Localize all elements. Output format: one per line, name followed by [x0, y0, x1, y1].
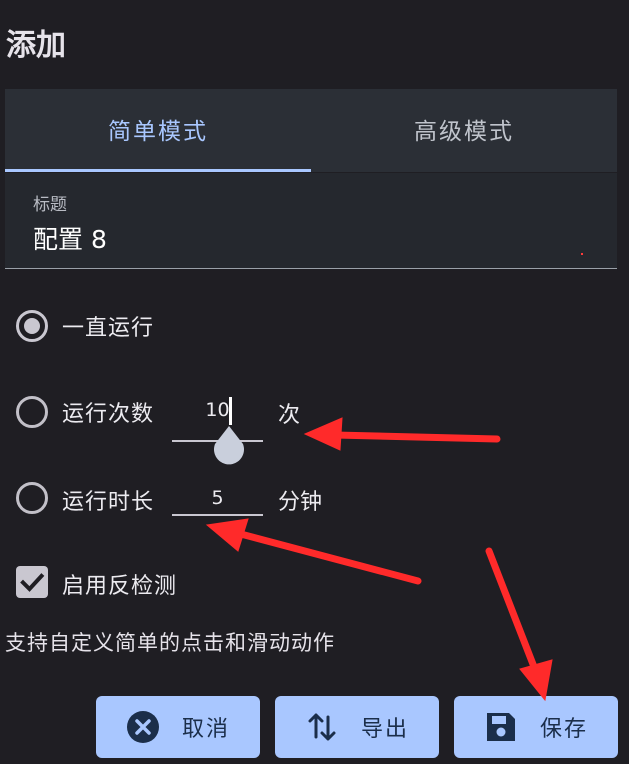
- title-field-value[interactable]: 配置 8: [33, 220, 107, 256]
- field-marker-dot: [581, 253, 583, 255]
- export-button-label: 导出: [360, 717, 409, 742]
- run-duration-input[interactable]: 5: [172, 487, 263, 509]
- annotation-arrow-count: [303, 417, 501, 451]
- annotation-arrow-duration: [205, 518, 422, 585]
- text-cursor: [229, 397, 232, 425]
- cancel-button[interactable]: 取消: [96, 696, 260, 758]
- text-selection-handle-icon[interactable]: [213, 426, 245, 466]
- title-field-label: 标题: [33, 195, 67, 215]
- save-button-label: 保存: [539, 717, 588, 742]
- description-text: 支持自定义简单的点击和滑动动作: [5, 631, 335, 655]
- check-icon: [20, 573, 45, 592]
- active-tab-indicator: [5, 169, 311, 172]
- mode-tab-bar: 简单模式 高级模式: [5, 89, 617, 172]
- run-duration-underline: [172, 514, 263, 516]
- radio-run-count[interactable]: [16, 396, 48, 428]
- radio-run-forever[interactable]: [16, 310, 48, 342]
- cancel-button-label: 取消: [181, 717, 230, 742]
- save-floppy-icon: [484, 710, 518, 744]
- dialog-title: 添加: [6, 28, 66, 63]
- export-button[interactable]: 导出: [275, 696, 439, 758]
- run-forever-label: 一直运行: [62, 316, 155, 341]
- run-duration-unit: 分钟: [278, 490, 323, 515]
- anti-detect-checkbox[interactable]: [16, 566, 48, 598]
- run-duration-label: 运行时长: [62, 490, 155, 515]
- anti-detect-label: 启用反检测: [62, 574, 178, 599]
- run-count-input[interactable]: 10: [172, 399, 263, 421]
- run-count-label: 运行次数: [62, 402, 155, 427]
- annotation-arrow-save: [485, 547, 553, 702]
- swap-vertical-icon: [305, 710, 339, 744]
- tab-advanced-mode[interactable]: 高级模式: [311, 89, 617, 169]
- save-button[interactable]: 保存: [454, 696, 618, 758]
- cancel-circle-icon: [126, 710, 160, 744]
- tab-simple-mode[interactable]: 简单模式: [5, 89, 311, 169]
- run-count-unit: 次: [278, 403, 301, 428]
- radio-run-duration[interactable]: [16, 482, 48, 514]
- title-field[interactable]: 标题 配置 8: [5, 173, 617, 269]
